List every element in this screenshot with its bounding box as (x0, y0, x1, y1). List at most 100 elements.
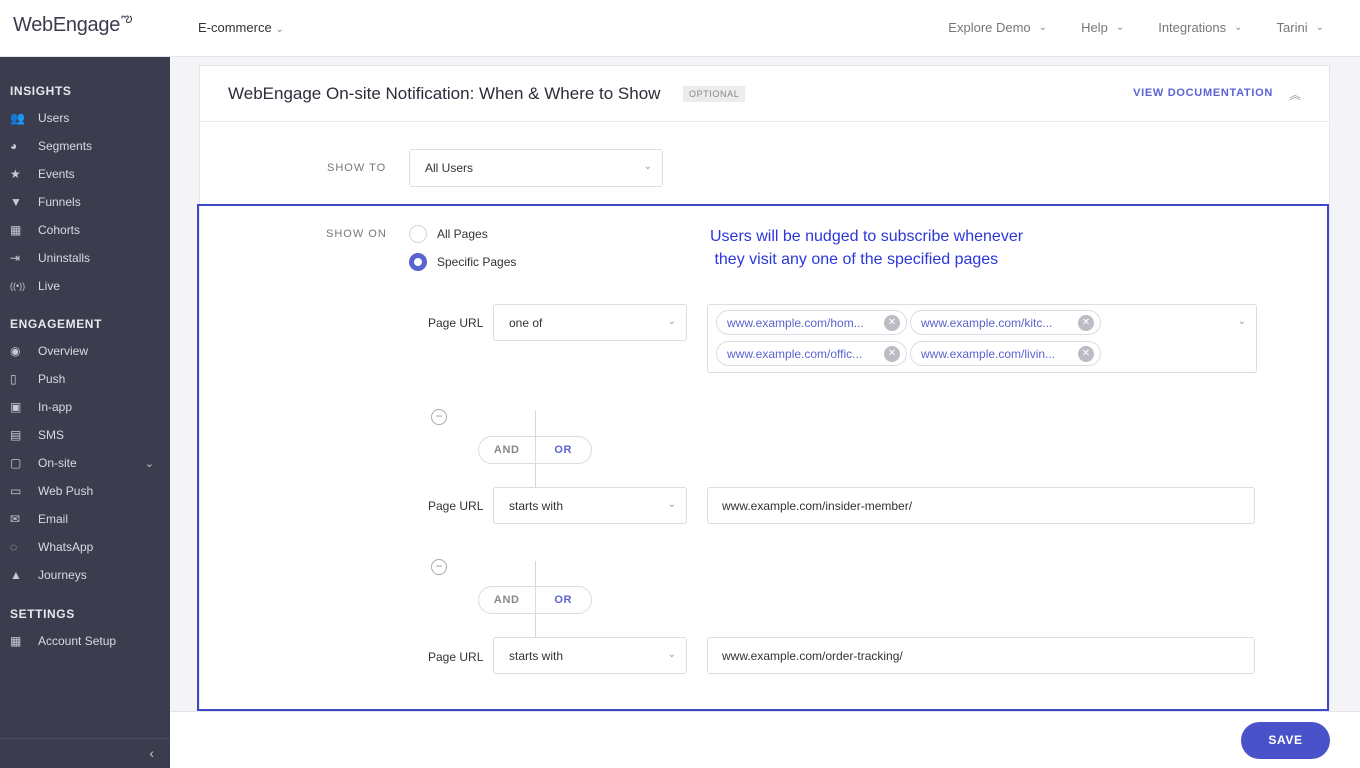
and-option[interactable]: AND (479, 437, 536, 463)
sidebar-item-label: In-app (38, 400, 73, 414)
dashboard-icon: ▦ (10, 634, 22, 648)
sidebar-item-label: Web Push (38, 484, 94, 498)
grid-icon: ▦ (10, 223, 22, 237)
sidebar-item-funnels[interactable]: ▼ Funnels (10, 192, 160, 212)
sidebar-item-segments[interactable]: ◕ Segments (10, 136, 160, 156)
sidebar-item-web-push[interactable]: ▭ Web Push (10, 481, 160, 501)
remove-tag-icon[interactable]: ✕ (884, 315, 900, 331)
email-icon: ✉ (10, 512, 21, 526)
url-tag-input[interactable]: www.example.com/hom... ✕ www.example.com/… (707, 304, 1257, 373)
project-switcher[interactable]: E-commerce ⌄ (198, 20, 284, 35)
sidebar-section-settings: SETTINGS (10, 607, 75, 621)
sidebar-item-label: SMS (38, 428, 65, 442)
or-option[interactable]: OR (536, 587, 592, 613)
sidebar-item-live[interactable]: ((•)) Live (10, 276, 160, 296)
chevron-down-icon[interactable]: ⌄ (1238, 316, 1246, 327)
rule-operator-select[interactable]: starts with ⌄ (493, 637, 687, 674)
sidebar-item-on-site[interactable]: ▢ On-site ⌄ (10, 453, 160, 473)
url-tag[interactable]: www.example.com/hom... ✕ (716, 310, 907, 335)
rule-operator-select[interactable]: starts with ⌄ (493, 487, 687, 524)
show-to-select[interactable]: All Users ⌄ (409, 149, 663, 187)
view-documentation-link[interactable]: VIEW DOCUMENTATION (1133, 87, 1273, 99)
chevron-left-icon[interactable]: ‹ (149, 745, 154, 761)
top-bar: WebEngageఌ E-commerce ⌄ Explore Demo ⌄ He… (0, 0, 1360, 57)
sidebar-item-overview[interactable]: ◉ Overview (10, 341, 160, 361)
chevron-down-icon: ⌄ (667, 499, 676, 510)
sidebar-item-users[interactable]: 👥 Users (10, 108, 160, 128)
collapse-icon[interactable]: ︽ (1289, 86, 1301, 103)
sidebar-item-cohorts[interactable]: ▦ Cohorts (10, 220, 160, 240)
url-value-input[interactable]: www.example.com/insider-member/ (707, 487, 1255, 524)
sidebar-item-uninstalls[interactable]: ⇥ Uninstalls (10, 248, 160, 268)
radio-specific-pages[interactable]: Specific Pages (409, 253, 516, 271)
nav-label: Tarini (1276, 20, 1308, 35)
radio-label: Specific Pages (437, 255, 517, 269)
nav-label: Help (1081, 20, 1108, 35)
sidebar-section-insights: INSIGHTS (10, 84, 72, 98)
sidebar-item-whatsapp[interactable]: ◌ WhatsApp (10, 537, 160, 557)
optional-badge: OPTIONAL (683, 86, 746, 102)
sidebar-item-label: On-site (38, 456, 77, 470)
nav-label: Explore Demo (948, 20, 1031, 35)
rule-operator-select[interactable]: one of ⌄ (493, 304, 687, 341)
onsite-icon: ▢ (10, 456, 22, 470)
rule-label: Page URL (428, 316, 484, 330)
radio-button[interactable] (409, 225, 427, 243)
chevron-down-icon: ⌄ (643, 161, 652, 172)
radio-all-pages[interactable]: All Pages (409, 225, 488, 243)
url-value-input[interactable]: www.example.com/order-tracking/ (707, 637, 1255, 674)
sidebar-item-sms[interactable]: ▤ SMS (10, 425, 160, 445)
sidebar-item-journeys[interactable]: ▲ Journeys (10, 565, 160, 585)
nav-help[interactable]: Help ⌄ (1081, 20, 1124, 35)
remove-rule-icon[interactable]: − (431, 559, 447, 575)
sidebar-item-events[interactable]: ★ Events (10, 164, 160, 184)
sidebar-item-label: Live (38, 279, 61, 293)
tag-label: www.example.com/kitc... (921, 315, 1053, 330)
star-icon: ★ (10, 167, 21, 181)
sidebar-item-label: Events (38, 167, 75, 181)
rule-label: Page URL (428, 650, 484, 664)
remove-tag-icon[interactable]: ✕ (1078, 346, 1094, 362)
chevron-down-icon: ⌄ (1038, 22, 1048, 33)
and-or-toggle[interactable]: AND OR (478, 586, 592, 614)
mobile-push-icon: ▯ (10, 372, 17, 386)
nav-integrations[interactable]: Integrations ⌄ (1158, 20, 1242, 35)
sidebar-item-push[interactable]: ▯ Push (10, 369, 160, 389)
tag-label: www.example.com/livin... (921, 346, 1056, 361)
sidebar-item-account-setup[interactable]: ▦ Account Setup (10, 631, 160, 651)
sidebar-collapse[interactable]: ‹ (0, 738, 170, 768)
chevron-down-icon: ⌄ (667, 649, 676, 660)
nav-explore-demo[interactable]: Explore Demo ⌄ (948, 20, 1047, 35)
remove-tag-icon[interactable]: ✕ (884, 346, 900, 362)
and-or-toggle[interactable]: AND OR (478, 436, 592, 464)
sidebar-item-label: Overview (38, 344, 89, 358)
radio-button-selected[interactable] (409, 253, 427, 271)
sidebar-item-in-app[interactable]: ▣ In-app (10, 397, 160, 417)
input-value: www.example.com/insider-member/ (722, 499, 913, 513)
chevron-down-icon[interactable]: ⌄ (145, 457, 154, 470)
select-value: one of (509, 316, 543, 330)
chevron-down-icon: ⌄ (667, 316, 676, 327)
save-button[interactable]: SAVE (1241, 722, 1330, 759)
logo-mark-icon: ఌ (121, 10, 133, 25)
nav-label: Integrations (1158, 20, 1227, 35)
sidebar-item-label: Cohorts (38, 223, 81, 237)
and-option[interactable]: AND (479, 587, 536, 613)
remove-tag-icon[interactable]: ✕ (1078, 315, 1094, 331)
exit-icon: ⇥ (10, 251, 21, 265)
url-tag[interactable]: www.example.com/kitc... ✕ (910, 310, 1101, 335)
select-value: All Users (425, 161, 474, 175)
message-icon: ▤ (10, 428, 22, 442)
url-tag[interactable]: www.example.com/offic... ✕ (716, 341, 907, 366)
nav-user-menu[interactable]: Tarini ⌄ (1277, 20, 1324, 35)
whatsapp-icon: ◌ (10, 540, 18, 554)
sidebar-item-label: Segments (38, 139, 93, 153)
or-option[interactable]: OR (536, 437, 592, 463)
webengage-logo[interactable]: WebEngageఌ (13, 10, 133, 38)
tag-label: www.example.com/offic... (727, 346, 863, 361)
sidebar-item-label: WhatsApp (38, 540, 94, 554)
sidebar-item-email[interactable]: ✉ Email (10, 509, 160, 529)
remove-rule-icon[interactable]: − (431, 409, 447, 425)
url-tag[interactable]: www.example.com/livin... ✕ (910, 341, 1101, 366)
project-name: E-commerce (198, 20, 272, 35)
